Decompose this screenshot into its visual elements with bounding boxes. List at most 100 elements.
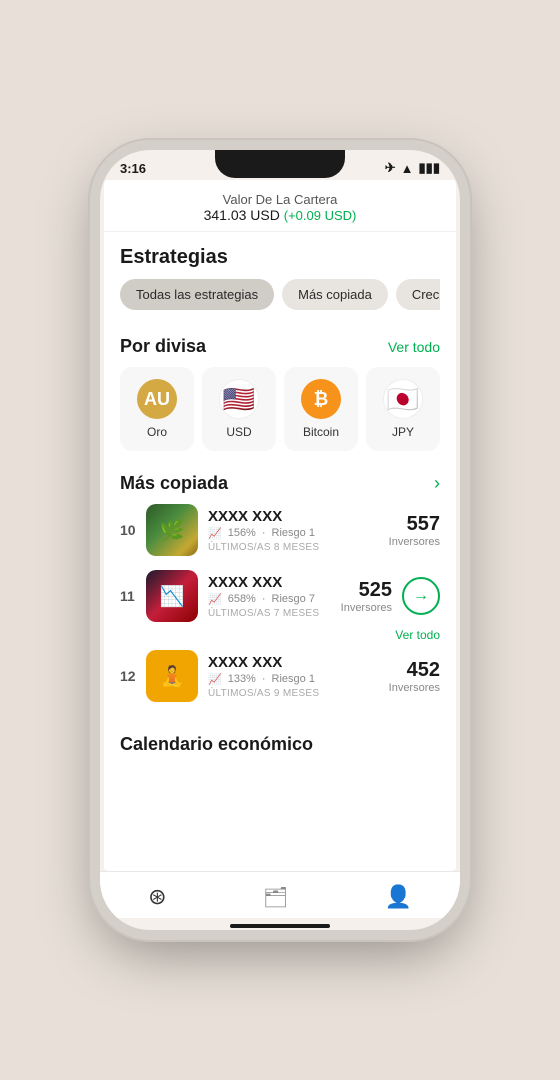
usd-symbol: 🇺🇸 bbox=[223, 384, 255, 415]
return-10: 156% bbox=[228, 527, 256, 539]
btc-label: Bitcoin bbox=[303, 425, 339, 439]
portfolio-icon: 🗂 bbox=[263, 885, 288, 910]
home-indicator bbox=[230, 924, 330, 928]
currency-usd[interactable]: 🇺🇸 USD bbox=[202, 367, 276, 451]
strategy-pills: Todas las estrategias Más copiada Crecim… bbox=[120, 279, 440, 314]
wifi-icon: ▲ bbox=[401, 161, 414, 176]
mas-copiada-header: Más copiada › bbox=[120, 473, 440, 494]
strategy-item-10[interactable]: 10 🌿 XXXX XXX 📈 156% · Riesgo 1 Últimos/… bbox=[120, 504, 440, 556]
period-11: Últimos/as 7 meses bbox=[208, 608, 331, 619]
airplane-icon: ✈ bbox=[385, 160, 396, 176]
ver-todo-11[interactable]: Ver todo bbox=[120, 628, 440, 642]
thumb-12: 🧘 bbox=[146, 650, 198, 702]
name-11: XXXX XXX bbox=[208, 574, 331, 591]
home-icon: ⊛ bbox=[148, 884, 166, 910]
pill-copiada[interactable]: Más copiada bbox=[282, 279, 388, 310]
rank-12: 12 bbox=[120, 668, 136, 684]
calendario-title: Calendario económico bbox=[104, 724, 456, 759]
profile-icon: 👤 bbox=[384, 884, 411, 910]
btc-icon: ₿ bbox=[301, 379, 341, 419]
graph-icon-11: 📈 bbox=[208, 593, 222, 606]
label-investors-10: Inversores bbox=[389, 536, 440, 548]
jpy-symbol: 🇯🇵 bbox=[387, 384, 419, 415]
oro-symbol: AU bbox=[144, 389, 170, 410]
jpy-icon: 🇯🇵 bbox=[383, 379, 423, 419]
battery-icon: ▮▮▮ bbox=[419, 160, 440, 176]
risk-12: Riesgo 1 bbox=[272, 673, 315, 685]
btc-symbol: ₿ bbox=[314, 389, 329, 410]
thumb-10: 🌿 bbox=[146, 504, 198, 556]
count-12: 452 bbox=[389, 659, 440, 682]
label-investors-11: Inversores bbox=[341, 602, 392, 614]
nav-profile[interactable]: 👤 bbox=[372, 880, 423, 914]
info-10: XXXX XXX 📈 156% · Riesgo 1 Últimos/as 8 … bbox=[208, 508, 379, 553]
usd-icon: 🇺🇸 bbox=[219, 379, 259, 419]
count-11: 525 bbox=[341, 579, 392, 602]
period-10: Últimos/as 8 meses bbox=[208, 542, 379, 553]
por-divisa-section: Por divisa Ver todo AU Oro 🇺🇸 USD bbox=[104, 322, 456, 459]
period-12: Últimos/as 9 meses bbox=[208, 688, 379, 699]
estrategias-section: Estrategias Todas las estrategias Más co… bbox=[104, 232, 456, 322]
nav-home[interactable]: ⊛ bbox=[136, 880, 178, 914]
nav-portfolio[interactable]: 🗂 bbox=[251, 881, 300, 914]
stats-10: 📈 156% · Riesgo 1 bbox=[208, 527, 379, 540]
mas-copiada-title: Más copiada bbox=[120, 473, 228, 494]
graph-icon-10: 📈 bbox=[208, 527, 222, 540]
currency-jpy[interactable]: 🇯🇵 JPY bbox=[366, 367, 440, 451]
oro-icon: AU bbox=[137, 379, 177, 419]
currency-btc[interactable]: ₿ Bitcoin bbox=[284, 367, 358, 451]
notch bbox=[215, 150, 345, 178]
return-12: 133% bbox=[228, 673, 256, 685]
pill-crecimiento[interactable]: Crecimient… bbox=[396, 279, 440, 310]
dot-12: · bbox=[262, 673, 266, 685]
oro-label: Oro bbox=[147, 425, 167, 439]
amount-value: 341.03 USD bbox=[204, 207, 280, 223]
screen-content: Valor De La Cartera 341.03 USD (+0.09 US… bbox=[104, 180, 456, 871]
time: 3:16 bbox=[120, 161, 146, 176]
phone-frame: 3:16 ✈ ▲ ▮▮▮ Valor De La Cartera 341.03 … bbox=[100, 150, 460, 930]
investors-10: 557 Inversores bbox=[389, 513, 440, 548]
return-11: 658% bbox=[228, 593, 256, 605]
thumb-10-figure: 🌿 bbox=[146, 504, 198, 556]
status-icons: ✈ ▲ ▮▮▮ bbox=[385, 160, 440, 176]
thumb-11: 📉 bbox=[146, 570, 198, 622]
name-12: XXXX XXX bbox=[208, 654, 379, 671]
rank-11: 11 bbox=[120, 588, 136, 604]
bottom-nav: ⊛ 🗂 👤 bbox=[100, 871, 460, 918]
label-investors-12: Inversores bbox=[389, 682, 440, 694]
thumb-12-figure: 🧘 bbox=[146, 650, 198, 702]
arrow-circle-11[interactable]: → bbox=[402, 577, 440, 615]
strategy-item-12[interactable]: 12 🧘 XXXX XXX 📈 133% · Riesgo 1 Últimos/… bbox=[120, 650, 440, 702]
graph-icon-12: 📈 bbox=[208, 673, 222, 686]
investors-11: 525 Inversores bbox=[341, 579, 392, 614]
name-10: XXXX XXX bbox=[208, 508, 379, 525]
stats-11: 📈 658% · Riesgo 7 bbox=[208, 593, 331, 606]
pill-todas[interactable]: Todas las estrategias bbox=[120, 279, 274, 310]
por-divisa-header: Por divisa Ver todo bbox=[120, 336, 440, 357]
strategy-item-11[interactable]: 11 📉 XXXX XXX 📈 658% · Riesgo 7 Últimos/… bbox=[120, 570, 440, 622]
jpy-label: JPY bbox=[392, 425, 414, 439]
wallet-header: Valor De La Cartera 341.03 USD (+0.09 US… bbox=[104, 180, 456, 232]
mas-copiada-chevron[interactable]: › bbox=[434, 473, 440, 494]
por-divisa-title: Por divisa bbox=[120, 336, 206, 357]
risk-11: Riesgo 7 bbox=[272, 593, 315, 605]
info-11: XXXX XXX 📈 658% · Riesgo 7 Últimos/as 7 … bbox=[208, 574, 331, 619]
por-divisa-ver-todo[interactable]: Ver todo bbox=[388, 339, 440, 355]
investors-12: 452 Inversores bbox=[389, 659, 440, 694]
thumb-11-figure: 📉 bbox=[146, 570, 198, 622]
wallet-amount: 341.03 USD (+0.09 USD) bbox=[120, 207, 440, 223]
currency-oro[interactable]: AU Oro bbox=[120, 367, 194, 451]
dot-10: · bbox=[262, 527, 266, 539]
wallet-title: Valor De La Cartera bbox=[120, 192, 440, 207]
dot-11: · bbox=[262, 593, 266, 605]
usd-label: USD bbox=[226, 425, 251, 439]
info-12: XXXX XXX 📈 133% · Riesgo 1 Últimos/as 9 … bbox=[208, 654, 379, 699]
amount-change: (+0.09 USD) bbox=[284, 208, 357, 223]
risk-10: Riesgo 1 bbox=[272, 527, 315, 539]
count-10: 557 bbox=[389, 513, 440, 536]
currency-grid: AU Oro 🇺🇸 USD ₿ Bitcoin bbox=[120, 367, 440, 451]
rank-10: 10 bbox=[120, 522, 136, 538]
stats-12: 📈 133% · Riesgo 1 bbox=[208, 673, 379, 686]
mas-copiada-section: Más copiada › 10 🌿 XXXX XXX 📈 156% · Rie… bbox=[104, 459, 456, 724]
estrategias-title: Estrategias bbox=[120, 246, 440, 269]
